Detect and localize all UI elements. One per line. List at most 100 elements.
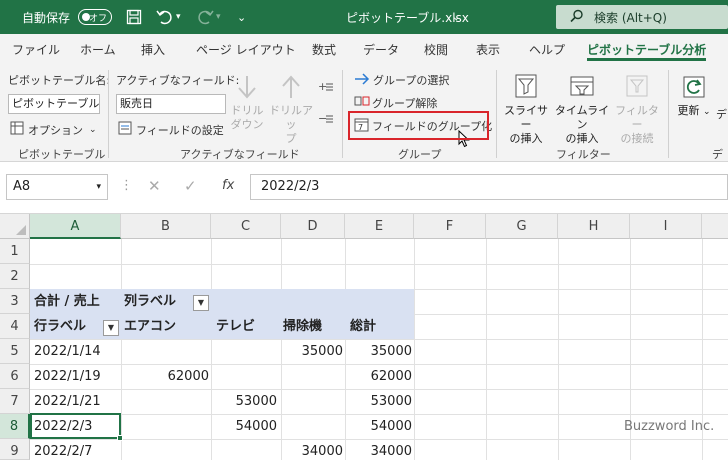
pivot-row-date[interactable]: 2022/1/14 — [34, 339, 101, 364]
tab-data[interactable]: データ — [363, 34, 399, 66]
grid-line — [486, 239, 487, 460]
search-placeholder: 検索 (Alt+Q) — [594, 10, 667, 25]
pivot-total-value[interactable]: 62000 — [345, 364, 412, 389]
insert-function-icon[interactable]: fx — [222, 174, 234, 198]
column-header-h[interactable]: H — [558, 214, 630, 239]
ribbon-separator — [342, 70, 343, 158]
pivot-header-cleaner[interactable]: 掃除機 — [283, 314, 322, 339]
formula-input[interactable]: 2022/2/3 — [250, 174, 728, 200]
more-options-icon: ⋮ — [120, 178, 133, 193]
column-header-c[interactable]: C — [211, 214, 281, 239]
collapse-field-icon[interactable]: − — [318, 112, 334, 129]
drill-up-label-1: ドリルアッ — [269, 104, 313, 131]
title-bar: 自動保存 オフ ▾ ▾ ⌄ ピボットテーブル.xlsx ⌄ 検索 (Alt+Q) — [0, 0, 728, 34]
pivot-header-aircon[interactable]: エアコン — [124, 314, 176, 339]
expand-field-icon[interactable]: + — [318, 80, 334, 97]
ungroup-icon — [354, 94, 370, 111]
column-header-f[interactable]: F — [414, 214, 486, 239]
pivot-value[interactable]: 35000 — [281, 339, 343, 364]
column-header-e[interactable]: E — [345, 214, 414, 239]
drill-up-button: ドリルアッ プ — [268, 74, 314, 146]
column-header-a[interactable]: A — [30, 214, 121, 239]
group-selection-button[interactable]: グループの選択 — [354, 72, 449, 88]
insert-timeline-button[interactable]: タイムライン の挿入 — [554, 72, 610, 146]
autosave-label: 自動保存 — [22, 10, 71, 25]
pivot-value[interactable]: 53000 — [211, 389, 277, 414]
row-header-3[interactable]: 3 — [0, 289, 30, 314]
autosave-toggle[interactable]: オフ — [78, 0, 112, 34]
ungroup-button[interactable]: グループ解除 — [354, 94, 437, 111]
tab-help[interactable]: ヘルプ — [529, 34, 565, 66]
tab-page-layout[interactable]: ページ レイアウト — [196, 34, 296, 66]
pivot-value[interactable]: 62000 — [121, 364, 209, 389]
row-header-1[interactable]: 1 — [0, 239, 30, 264]
active-field-label: アクティブなフィールド: — [116, 74, 240, 87]
timeline-icon — [554, 72, 610, 104]
ribbon-separator — [668, 70, 669, 158]
name-box-value: A8 — [13, 179, 31, 194]
field-settings-button[interactable]: フィールドの設定 — [118, 121, 224, 138]
column-header-j[interactable] — [702, 214, 728, 239]
row-header-4[interactable]: 4 — [0, 314, 30, 339]
ungroup-label: グループ解除 — [372, 96, 438, 110]
row-filter-dropdown-icon[interactable]: ▼ — [103, 320, 119, 336]
column-header-b[interactable]: B — [121, 214, 211, 239]
pivot-total-value[interactable]: 35000 — [345, 339, 412, 364]
tab-formulas[interactable]: 数式 — [312, 34, 336, 66]
row-header-7[interactable]: 7 — [0, 389, 30, 414]
refresh-button[interactable]: 更新 ⌄ — [676, 72, 712, 119]
chevron-down-icon: ▾ — [96, 182, 101, 192]
pivot-row-date[interactable]: 2022/1/21 — [34, 389, 101, 414]
column-header-g[interactable]: G — [486, 214, 558, 239]
group-label-data: デ — [712, 148, 723, 161]
options-icon — [10, 121, 24, 138]
row-header-2[interactable]: 2 — [0, 264, 30, 289]
row-header-5[interactable]: 5 — [0, 339, 30, 364]
pivot-name-input[interactable]: ピボットテーブル19 — [8, 94, 100, 114]
tab-view[interactable]: 表示 — [476, 34, 500, 66]
save-icon[interactable] — [126, 0, 142, 34]
field-settings-label: フィールドの設定 — [136, 123, 224, 137]
pivot-value[interactable]: 34000 — [281, 439, 343, 464]
pivot-total-value[interactable]: 54000 — [345, 414, 412, 439]
tab-file[interactable]: ファイル — [12, 34, 60, 66]
pivot-row-date[interactable]: 2022/1/19 — [34, 364, 101, 389]
insert-slicer-button[interactable]: スライサー の挿入 — [500, 72, 552, 146]
undo-icon[interactable] — [156, 0, 174, 34]
pivot-total-value[interactable]: 34000 — [345, 439, 412, 464]
customize-toolbar-icon[interactable]: ⌄ — [237, 0, 246, 34]
column-header-i[interactable]: I — [630, 214, 702, 239]
column-header-d[interactable]: D — [281, 214, 345, 239]
change-data-source-partial[interactable]: デ — [716, 106, 727, 122]
pivot-header-total[interactable]: 総計 — [350, 314, 376, 339]
row-header-8[interactable]: 8 — [0, 414, 30, 439]
pivot-sum-label[interactable]: 合計 / 売上 — [34, 289, 100, 314]
tab-review[interactable]: 校閲 — [424, 34, 448, 66]
fill-handle[interactable] — [117, 435, 123, 441]
select-all-corner[interactable] — [0, 214, 30, 239]
arrow-up-icon — [268, 74, 314, 104]
tab-home[interactable]: ホーム — [80, 34, 116, 66]
grid-line — [121, 239, 122, 460]
redo-icon — [196, 0, 214, 34]
pivot-row-label[interactable]: 行ラベル — [34, 314, 86, 339]
undo-dropdown-icon[interactable]: ▾ — [176, 0, 181, 34]
pivot-column-label[interactable]: 列ラベル — [124, 289, 176, 314]
tab-pivottable-analyze[interactable]: ピボットテーブル分析 — [587, 34, 707, 66]
filename-dropdown-icon[interactable]: ⌄ — [452, 0, 460, 34]
pivot-row-date[interactable]: 2022/2/7 — [34, 439, 92, 464]
pivot-value[interactable]: 54000 — [211, 414, 277, 439]
options-button[interactable]: オプション ⌄ — [10, 121, 97, 138]
arrow-right-icon — [354, 72, 370, 88]
tab-insert[interactable]: 挿入 — [141, 34, 165, 66]
pivot-total-value[interactable]: 53000 — [345, 389, 412, 414]
ribbon-separator — [496, 70, 497, 158]
svg-text:−: − — [318, 112, 327, 125]
column-filter-dropdown-icon[interactable]: ▼ — [193, 295, 209, 311]
search-box[interactable]: 検索 (Alt+Q) — [556, 5, 728, 29]
row-header-9[interactable]: 9 — [0, 439, 30, 460]
row-header-6[interactable]: 6 — [0, 364, 30, 389]
pivot-header-tv[interactable]: テレビ — [216, 314, 255, 339]
name-box[interactable]: A8 ▾ — [6, 174, 108, 200]
active-field-input[interactable]: 販売日 — [116, 94, 226, 114]
